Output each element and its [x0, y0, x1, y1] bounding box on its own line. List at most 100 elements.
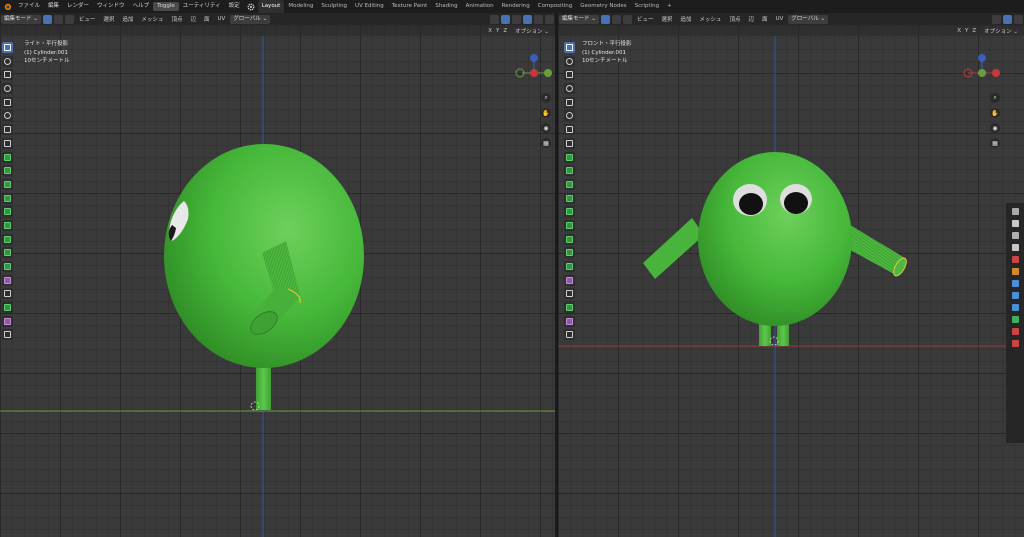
spin-icon-right[interactable] [564, 233, 575, 245]
axis-y-toggle-right[interactable]: Y [963, 28, 970, 34]
menu-add-right[interactable]: 追加 [676, 15, 695, 23]
object-properties-icon[interactable] [1011, 268, 1019, 275]
vertex-select-icon-right[interactable] [600, 14, 610, 24]
scene-properties-icon[interactable] [1011, 256, 1019, 263]
annotate-icon-right[interactable] [564, 124, 575, 136]
axis-x-toggle-right[interactable]: X [955, 28, 963, 34]
tab-uv-editing[interactable]: UV Editing [351, 0, 388, 13]
tab-layout[interactable]: Layout [257, 0, 285, 13]
rip-icon[interactable] [2, 302, 13, 314]
poly-build-icon-right[interactable] [564, 219, 575, 231]
orientation-dropdown[interactable]: グローバル ⌄ [230, 14, 271, 24]
xray-icon[interactable] [501, 14, 510, 24]
edge-slide-icon[interactable] [2, 261, 13, 272]
add-cube-icon[interactable] [2, 329, 13, 341]
transform-icon[interactable] [2, 110, 13, 122]
loop-cut-icon[interactable] [2, 192, 13, 204]
select-box-icon-right[interactable] [564, 42, 575, 53]
object-data-icon[interactable] [1011, 316, 1019, 323]
face-select-icon[interactable] [64, 14, 74, 24]
physics-icon[interactable] [1011, 304, 1019, 311]
blender-logo-icon[interactable] [2, 2, 12, 12]
measure-icon-right[interactable] [564, 137, 575, 149]
axis-z-toggle-right[interactable]: Z [970, 28, 978, 34]
orientation-dropdown-right[interactable]: グローバル ⌄ [788, 14, 829, 24]
menu-edge[interactable]: 辺 [186, 15, 200, 23]
rip-icon-right[interactable] [564, 302, 575, 314]
scale-icon[interactable] [2, 96, 13, 108]
texture-properties-icon[interactable] [1011, 340, 1019, 347]
shear-icon-right[interactable] [564, 288, 575, 300]
render-properties-icon[interactable] [1011, 220, 1019, 227]
menu-face-right[interactable]: 面 [758, 15, 772, 23]
viewport-left[interactable]: 編集モード ⌄ ビュー 選択 追加 メッシュ 頂点 辺 面 UV グローバル ⌄… [0, 13, 555, 537]
material-properties-icon[interactable] [1011, 328, 1019, 335]
shrink-icon[interactable] [2, 274, 13, 286]
zoom-icon[interactable]: ⌕ [541, 93, 551, 103]
tab-animation[interactable]: Animation [462, 0, 498, 13]
overlay-icon-right[interactable] [992, 14, 1001, 24]
transform-icon-right[interactable] [564, 110, 575, 122]
tab-compositing[interactable]: Compositing [534, 0, 576, 13]
mode-dropdown[interactable]: 編集モード ⌄ [1, 14, 41, 24]
loop-cut-icon-right[interactable] [564, 192, 575, 204]
hand-pan-icon[interactable]: ✋ [541, 108, 551, 118]
axis-x-toggle[interactable]: X [486, 28, 494, 34]
smooth-icon-right[interactable] [564, 247, 575, 259]
menu-uv[interactable]: UV [213, 16, 229, 22]
modifier-properties-icon[interactable] [1011, 280, 1019, 287]
options-dropdown-right[interactable]: オプション ⌄ [978, 27, 1024, 35]
rip-region-icon-right[interactable] [564, 315, 575, 327]
tab-modeling[interactable]: Modeling [284, 0, 317, 13]
xray-icon-right[interactable] [1003, 14, 1012, 24]
menu-edge-right[interactable]: 辺 [744, 15, 758, 23]
move-icon[interactable] [2, 69, 13, 81]
options-dropdown[interactable]: オプション ⌄ [509, 27, 555, 35]
measure-icon[interactable] [2, 137, 13, 149]
tab-rendering[interactable]: Rendering [498, 0, 534, 13]
mode-dropdown-right[interactable]: 編集モード ⌄ [559, 14, 599, 24]
menu-help[interactable]: ヘルプ [129, 0, 154, 13]
menu-view[interactable]: ビュー [75, 15, 100, 23]
edge-select-icon-right[interactable] [611, 14, 621, 24]
vertex-select-icon[interactable] [42, 14, 52, 24]
toggle-button[interactable]: Toggle [153, 2, 179, 11]
tab-scripting[interactable]: Scripting [631, 0, 663, 13]
select-box-icon[interactable] [2, 42, 13, 53]
rip-region-icon[interactable] [2, 315, 13, 327]
menu-edit[interactable]: 編集 [44, 0, 63, 13]
rotate-icon[interactable] [2, 83, 13, 95]
menu-file[interactable]: ファイル [14, 0, 44, 13]
grid-icon[interactable]: ▦ [541, 138, 551, 148]
menu-face[interactable]: 面 [200, 15, 214, 23]
camera-icon[interactable]: ◉ [541, 123, 551, 133]
spin-icon[interactable] [2, 233, 13, 245]
shading-solid-icon-right[interactable] [1014, 14, 1023, 24]
annotate-icon[interactable] [2, 124, 13, 136]
tab-shading[interactable]: Shading [431, 0, 461, 13]
knife-icon[interactable] [2, 206, 13, 218]
axis-gizmo[interactable] [512, 52, 555, 82]
menu-vertex-right[interactable]: 頂点 [725, 15, 744, 23]
cursor-icon-right[interactable] [564, 55, 575, 67]
add-workspace-button[interactable]: + [663, 0, 676, 13]
add-cube-icon-right[interactable] [564, 329, 575, 341]
smooth-icon[interactable] [2, 247, 13, 259]
menu-render[interactable]: レンダー [63, 0, 93, 13]
menu-mesh[interactable]: メッシュ [137, 15, 167, 23]
bevel-icon-right[interactable] [564, 178, 575, 190]
menu-vertex[interactable]: 頂点 [167, 15, 186, 23]
menu-select[interactable]: 選択 [99, 15, 118, 23]
hand-pan-icon-right[interactable]: ✋ [990, 108, 1000, 118]
menu-select-right[interactable]: 選択 [657, 15, 676, 23]
axis-gizmo-right[interactable] [960, 52, 1004, 82]
extrude-icon-right[interactable] [564, 151, 575, 163]
output-properties-icon[interactable] [1011, 232, 1019, 239]
view-layer-icon[interactable] [1011, 244, 1019, 251]
3d-cursor-right[interactable] [769, 336, 779, 346]
shading-render-icon[interactable] [545, 14, 554, 24]
shrink-icon-right[interactable] [564, 274, 575, 286]
inset-icon[interactable] [2, 165, 13, 177]
camera-icon-right[interactable]: ◉ [990, 123, 1000, 133]
viewport-right[interactable]: 編集モード ⌄ ビュー 選択 追加 メッシュ 頂点 辺 面 UV グローバル ⌄… [558, 13, 1024, 537]
